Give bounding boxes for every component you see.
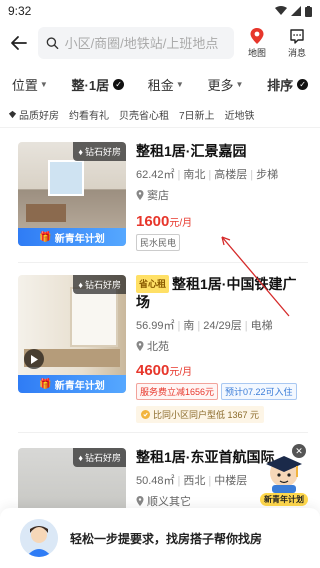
listing-meta: 62.42㎡ | 南北 | 高楼层 | 步梯 — [136, 169, 279, 181]
diamond-icon: ♦ — [78, 452, 83, 463]
check-badge-icon: ✓ — [297, 78, 309, 90]
tag-label: 品质好房 — [19, 111, 59, 122]
location-pin-icon — [136, 341, 144, 351]
thumbs-up-icon — [141, 410, 150, 419]
diamond-icon — [8, 110, 17, 119]
map-pin-icon — [250, 28, 264, 44]
status-time: 9:32 — [8, 4, 32, 18]
status-bar: 9:32 — [0, 0, 320, 22]
video-play-button[interactable] — [24, 349, 44, 369]
back-button[interactable] — [6, 30, 32, 56]
search-input[interactable] — [64, 35, 226, 51]
tag-new-7days[interactable]: 7日新上 — [179, 104, 215, 125]
listing-title: 整租1居·汇景嘉园 — [136, 143, 247, 159]
listing-divider — [18, 262, 308, 263]
message-icon — [290, 28, 304, 44]
move-in-date-chip: 预计07.22可入住 — [221, 383, 297, 400]
worry-free-badge: 省心租 — [136, 275, 170, 293]
signal-icon — [291, 6, 301, 16]
window-shape — [70, 287, 118, 347]
filter-label: 排序 — [267, 77, 294, 93]
listing-photo: ♦ 钻石好房 🎁 新青年计划 — [18, 142, 126, 246]
diamond-badge: ♦ 钻石好房 — [73, 275, 126, 294]
listing-photo: ♦ 钻石好房 🎁 新青年计划 — [18, 275, 126, 393]
message-button[interactable]: 消息 — [280, 28, 314, 59]
listing-price: 1600元/月 — [136, 213, 193, 230]
search-icon — [46, 37, 59, 50]
close-icon[interactable]: ✕ — [292, 444, 306, 458]
listing-card[interactable]: ♦ 钻石好房 🎁 新青年计划 整租1居·汇景嘉园 62.42㎡ | 南北 | 高楼层 | 步梯 … — [0, 142, 320, 251]
tag-bar: 品质好房 约看有礼 贝壳省心租 7日新上 近地铁 — [0, 102, 320, 128]
listing-title: 省心租 整租1居·中国铁建广场 — [136, 275, 297, 310]
assistant-banner[interactable]: 轻松一步提要求，找房搭子帮你找房 — [0, 508, 320, 568]
message-label: 消息 — [287, 47, 306, 58]
search-box[interactable] — [38, 27, 234, 59]
filter-location[interactable]: 位置 ▼ — [12, 75, 48, 94]
filter-layout[interactable]: 整·1居 ✓ — [72, 75, 125, 94]
back-arrow-icon — [11, 36, 27, 50]
listing-meta: 56.99㎡ | 南 | 24/29层 | 电梯 — [136, 320, 273, 332]
tag-viewing-gift[interactable]: 约看有礼 — [69, 104, 109, 125]
play-icon — [31, 354, 38, 364]
filter-label: 租金 — [147, 77, 174, 93]
diamond-icon: ♦ — [78, 146, 83, 157]
listing-chip: 民水民电 — [136, 234, 181, 251]
service-fee-chip: 服务费立减1656元 — [136, 383, 219, 400]
map-label: 地图 — [247, 48, 266, 58]
gift-icon: 🎁 — [39, 378, 52, 390]
wifi-icon — [275, 6, 287, 15]
battery-icon — [305, 5, 312, 17]
diamond-icon: ♦ — [78, 279, 83, 290]
tag-near-subway[interactable]: 近地铁 — [225, 104, 255, 125]
furniture-shape — [26, 204, 66, 222]
diamond-badge: ♦ 钻石好房 — [73, 142, 126, 161]
promo-banner: 🎁 新青年计划 — [18, 375, 126, 393]
listing-price: 4600元/月 — [136, 362, 193, 379]
promo-banner: 🎁 新青年计划 — [18, 228, 126, 246]
diamond-badge: ♦ 钻石好房 — [73, 448, 126, 467]
location-pin-icon — [136, 496, 144, 506]
filter-more[interactable]: 更多 ▼ — [207, 75, 243, 94]
agent-avatar-icon — [20, 519, 58, 557]
caret-down-icon: ▼ — [39, 79, 48, 89]
filter-label: 更多 — [207, 77, 234, 93]
tag-quality[interactable]: 品质好房 — [8, 104, 59, 125]
price-compare-tag: 比同小区同户型低 1367 元 — [136, 406, 265, 423]
listing-card[interactable]: ♦ 钻石好房 🎁 新青年计划 省心租 整租1居·中国铁建广场 56.99㎡ | 南 | 24/… — [0, 275, 320, 424]
listing-info: 整租1居·汇景嘉园 62.42㎡ | 南北 | 高楼层 | 步梯 窦店 1600元/月 民水… — [136, 142, 308, 251]
caret-down-icon: ▼ — [175, 79, 184, 89]
gift-icon: 🎁 — [39, 231, 52, 243]
filter-label: 整·1居 — [71, 77, 110, 93]
listing-location: 北苑 — [136, 338, 308, 354]
map-button[interactable]: 地图 — [240, 27, 274, 59]
caret-down-icon: ▼ — [235, 79, 244, 89]
tag-worry-free[interactable]: 贝壳省心租 — [119, 104, 169, 125]
listing-location: 窦店 — [136, 187, 308, 203]
check-badge-icon: ✓ — [113, 78, 125, 90]
listing-divider — [18, 432, 308, 433]
status-icons — [275, 5, 312, 17]
floating-promo-label: 新青年计划 — [260, 493, 308, 506]
top-bar: 地图 消息 — [0, 22, 320, 64]
filter-label: 位置 — [11, 77, 38, 93]
assistant-banner-text: 轻松一步提要求，找房搭子帮你找房 — [70, 531, 263, 546]
assistant-avatar — [20, 519, 58, 557]
filter-rent[interactable]: 租金 ▼ — [148, 75, 184, 94]
filter-sort[interactable]: 排序 ✓ — [267, 75, 309, 94]
filter-bar: 位置 ▼ 整·1居 ✓ 租金 ▼ 更多 ▼ 排序 ✓ — [0, 66, 320, 102]
window-shape — [48, 160, 84, 196]
location-pin-icon — [136, 190, 144, 200]
listing-info: 省心租 整租1居·中国铁建广场 56.99㎡ | 南 | 24/29层 | 电梯 北苑 460… — [136, 275, 308, 424]
